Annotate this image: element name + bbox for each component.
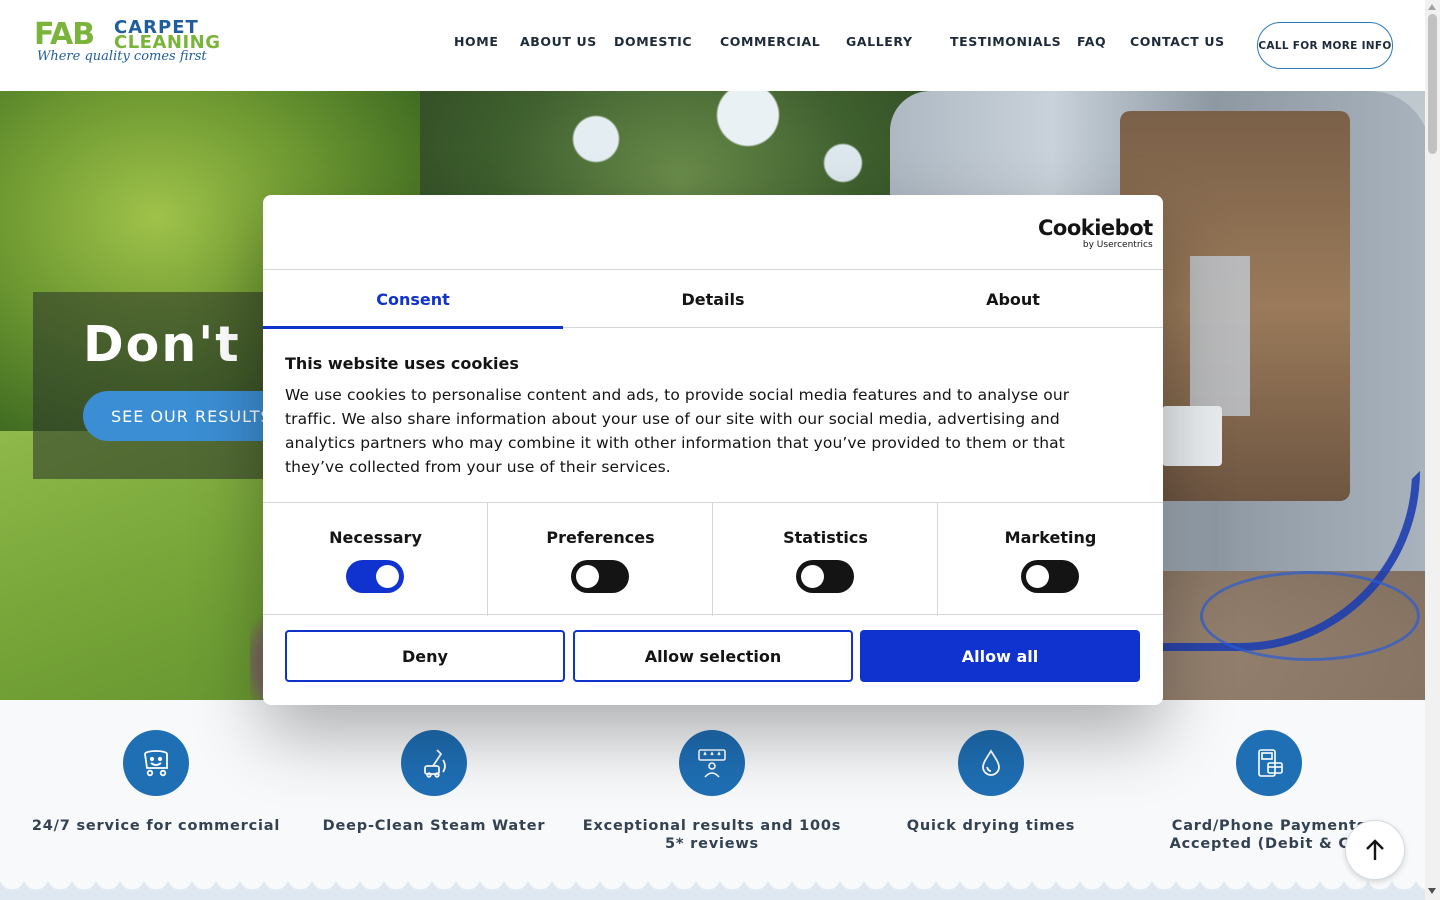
feature-item: 24/7 service for commercial (16, 730, 296, 835)
feature-label: Exceptional results and 100s 5* reviews (582, 818, 842, 852)
hero-hose-coil (1200, 571, 1420, 661)
allow-selection-button[interactable]: Allow selection (573, 630, 853, 682)
toggle-marketing: Marketing (938, 503, 1163, 616)
hero-van-panel (1190, 256, 1250, 416)
nav-about-us[interactable]: ABOUT US (520, 34, 597, 49)
happy-cart-icon (123, 730, 189, 796)
feature-label: 24/7 service for commercial (31, 818, 281, 834)
dialog-body-text: We use cookies to personalise content an… (285, 386, 1070, 476)
scroll-down-arrow-icon[interactable] (1428, 888, 1436, 894)
toggle-label: Necessary (329, 528, 422, 547)
switch-knob (376, 565, 399, 588)
see-our-results-button[interactable]: SEE OUR RESULTS (83, 391, 283, 441)
toggle-preferences: Preferences (488, 503, 713, 616)
feature-item: Quick drying times (851, 730, 1131, 835)
page-scrollbar[interactable] (1425, 0, 1440, 900)
section-wave-divider (0, 877, 1425, 900)
hero-sky (520, 91, 900, 211)
logo-fab-text: FAB (34, 17, 95, 52)
scrollbar-thumb[interactable] (1428, 14, 1437, 154)
back-to-top-button[interactable] (1345, 820, 1405, 880)
nav-testimonials[interactable]: TESTIMONIALS (950, 34, 1061, 49)
cookie-consent-dialog: Cookiebot by Usercentrics Consent Detail… (263, 195, 1163, 705)
cookie-category-toggles: Necessary Preferences Statistics Marketi… (263, 502, 1163, 616)
switch-knob (1026, 565, 1049, 588)
switch-knob (576, 565, 599, 588)
tab-consent[interactable]: Consent (263, 270, 563, 329)
card-payment-icon (1236, 730, 1302, 796)
nav-home[interactable]: HOME (454, 34, 498, 49)
dialog-header: Cookiebot by Usercentrics (263, 195, 1163, 270)
allow-all-button[interactable]: Allow all (860, 630, 1140, 682)
toggle-label: Marketing (1004, 528, 1097, 547)
toggle-label: Preferences (546, 528, 655, 547)
switch-knob (801, 565, 824, 588)
water-drop-icon (958, 730, 1024, 796)
nav-faq[interactable]: FAQ (1077, 34, 1106, 49)
arrow-up-icon (1366, 839, 1384, 860)
statistics-switch[interactable] (796, 560, 854, 593)
feature-label: Deep-Clean Steam Water (322, 818, 546, 834)
toggle-necessary: Necessary (263, 503, 488, 616)
deny-button[interactable]: Deny (285, 630, 565, 682)
dialog-buttons: Deny Allow selection Allow all (285, 630, 1141, 682)
nav-contact-us[interactable]: CONTACT US (1130, 34, 1225, 49)
hero-bucket (1162, 406, 1222, 466)
toggle-statistics: Statistics (713, 503, 938, 616)
dialog-tabs: Consent Details About (263, 270, 1163, 329)
nav-gallery[interactable]: GALLERY (846, 34, 913, 49)
scroll-up-arrow-icon[interactable] (1428, 4, 1436, 10)
feature-item: Deep-Clean Steam Water (294, 730, 574, 835)
nav-domestic[interactable]: DOMESTIC (614, 34, 692, 49)
cookiebot-brand-sub: by Usercentrics (1082, 240, 1153, 250)
carpet-cleaner-icon (401, 730, 467, 796)
call-for-more-info-button[interactable]: CALL FOR MORE INFO (1257, 22, 1393, 69)
feature-label: Quick drying times (906, 818, 1076, 834)
nav-commercial[interactable]: COMMERCIAL (720, 34, 820, 49)
logo-tagline: Where quality comes first (37, 49, 207, 64)
site-logo[interactable]: FAB CARPET CLEANING Where quality comes … (34, 17, 220, 70)
site-header: FAB CARPET CLEANING Where quality comes … (0, 0, 1425, 91)
dialog-title: This website uses cookies (285, 354, 519, 373)
tab-about[interactable]: About (863, 270, 1163, 328)
necessary-switch[interactable] (346, 560, 404, 593)
preferences-switch[interactable] (571, 560, 629, 593)
toggle-label: Statistics (783, 528, 868, 547)
tab-details[interactable]: Details (563, 270, 863, 328)
features-strip: 24/7 service for commercial Deep-Clean S… (0, 700, 1425, 900)
cookiebot-logo[interactable]: Cookiebot by Usercentrics (1038, 217, 1153, 250)
cookiebot-brand: Cookiebot (1038, 216, 1153, 240)
marketing-switch[interactable] (1021, 560, 1079, 593)
five-star-review-icon (679, 730, 745, 796)
feature-item: Exceptional results and 100s 5* reviews (572, 730, 852, 853)
